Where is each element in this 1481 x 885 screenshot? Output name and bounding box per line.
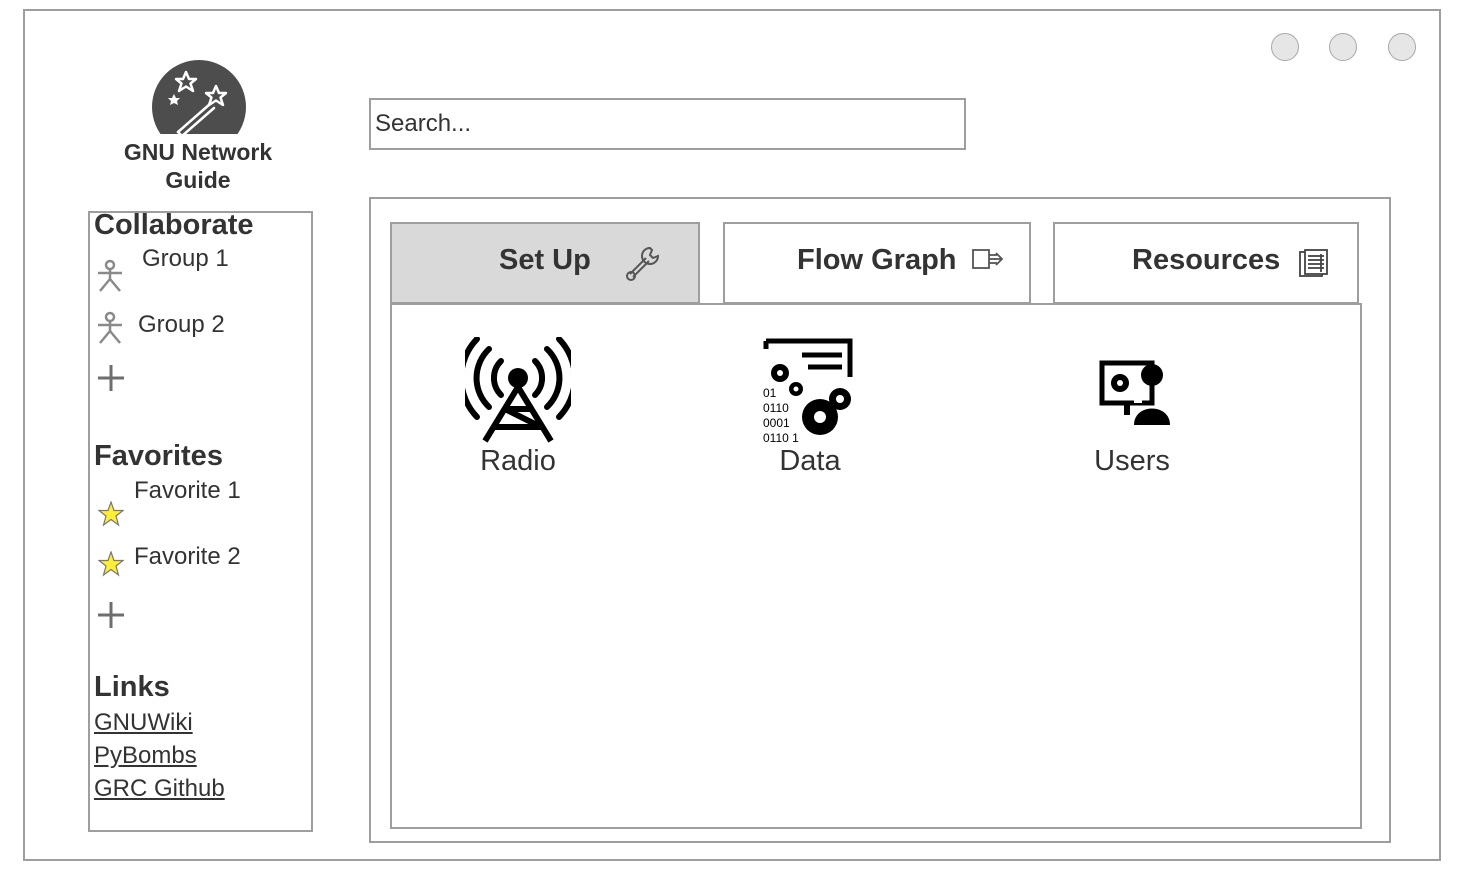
wrench-icon: [626, 246, 660, 281]
group-label: Group 2: [138, 311, 225, 338]
favorites-heading: Favorites: [94, 440, 223, 472]
favorite-label: Favorite 2: [134, 543, 241, 570]
tile-users[interactable]: Users: [1072, 335, 1192, 485]
tab-flow-graph[interactable]: Flow Graph: [723, 222, 1031, 304]
tab-label: Flow Graph: [797, 244, 957, 276]
favorite-item[interactable]: Favorite 2: [90, 541, 290, 585]
tab-label: Resources: [1132, 244, 1281, 276]
window-close-button[interactable]: [1388, 33, 1416, 61]
user-computer-icon: [1099, 360, 1170, 425]
group-item[interactable]: Group 1: [90, 245, 290, 295]
tile-label: Users: [1094, 445, 1170, 477]
tile-label: Radio: [480, 445, 556, 477]
star-icon: [98, 551, 124, 577]
person-icon: [98, 259, 122, 292]
data-gears-icon: 01 0110 0001 0110 1: [763, 338, 853, 443]
person-icon: [98, 311, 122, 344]
tab-setup[interactable]: Set Up: [390, 222, 700, 304]
svg-text:0110 1: 0110 1: [763, 431, 799, 443]
links-heading: Links: [94, 671, 170, 703]
link-gnuwiki[interactable]: GNUWiki: [94, 709, 193, 737]
svg-text:0001: 0001: [763, 416, 790, 430]
collaborate-heading: Collaborate: [94, 209, 254, 241]
link-pybombs[interactable]: PyBombs: [94, 742, 197, 770]
tab-resources[interactable]: Resources: [1053, 222, 1359, 304]
sidebar: Collaborate Group 1 Group 2 Favorites Fa…: [88, 209, 313, 832]
add-favorite-plus-icon[interactable]: [96, 600, 126, 630]
tab-content-panel: Radio 01 0110 0001 0110 1 Data Users: [390, 303, 1362, 829]
group-item[interactable]: Group 2: [90, 309, 290, 349]
tile-label: Data: [779, 445, 841, 477]
tab-label: Set Up: [499, 244, 591, 276]
magic-wand-logo-icon: [152, 60, 246, 134]
app-title: GNU Network Guide: [123, 139, 273, 193]
tile-data[interactable]: 01 0110 0001 0110 1 Data: [748, 335, 872, 485]
radio-tower-icon: [465, 337, 571, 443]
window-minimize-button[interactable]: [1271, 33, 1299, 61]
favorite-item[interactable]: Favorite 1: [90, 475, 290, 531]
search-input[interactable]: [369, 98, 966, 150]
svg-text:0110: 0110: [763, 401, 789, 415]
add-group-plus-icon[interactable]: [96, 363, 126, 393]
tile-radio[interactable]: Radio: [458, 335, 578, 485]
link-grc-github[interactable]: GRC Github: [94, 775, 225, 803]
favorite-label: Favorite 1: [134, 477, 241, 504]
group-label: Group 1: [142, 245, 229, 272]
export-icon: [972, 249, 1004, 269]
document-icon: [1299, 249, 1328, 277]
window-maximize-button[interactable]: [1329, 33, 1357, 61]
svg-text:01: 01: [763, 386, 777, 400]
star-icon: [98, 501, 124, 527]
